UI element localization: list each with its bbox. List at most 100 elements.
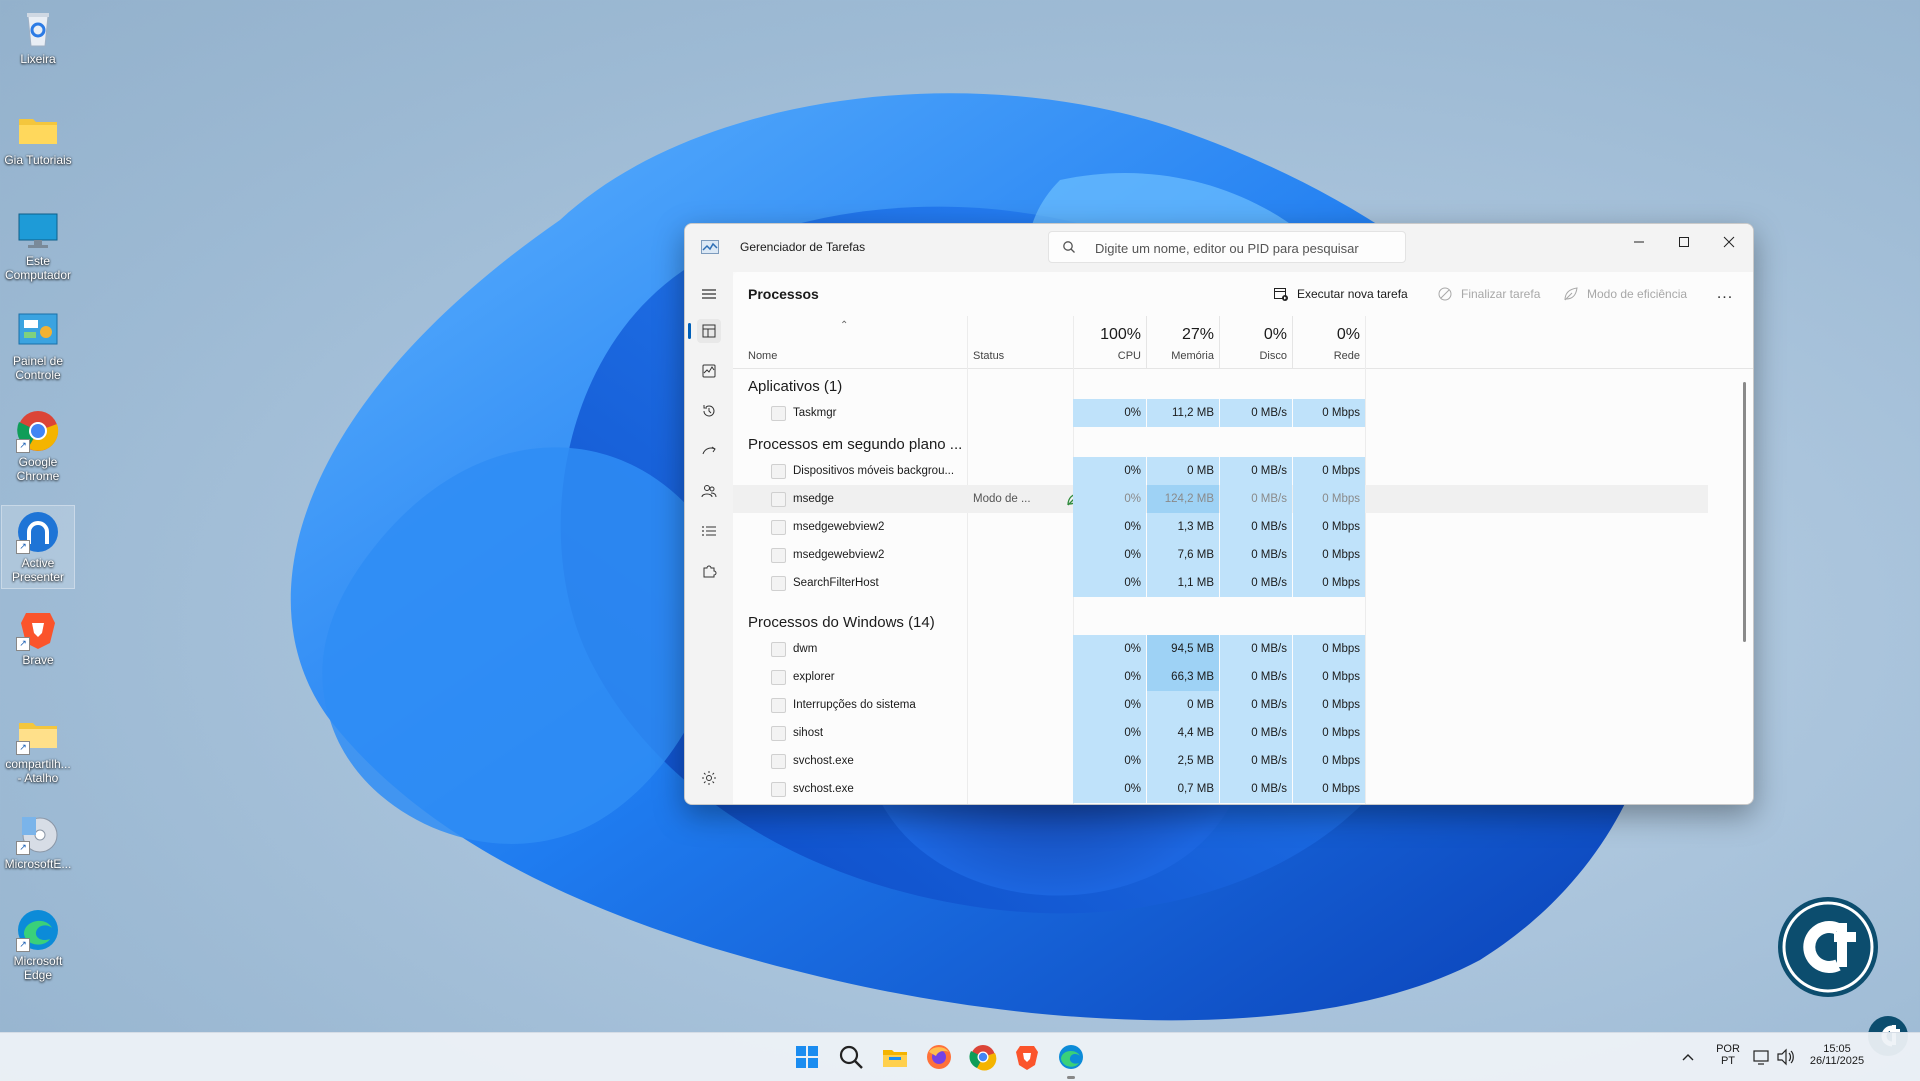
active-nav-indicator xyxy=(688,323,691,339)
column-header-cpu[interactable]: 100% CPU xyxy=(1073,316,1146,368)
desktop-icon-folder[interactable]: Gia Tutoriais xyxy=(2,103,74,167)
desktop-icon-shared-folder[interactable]: ↗ compartilh... - Atalho xyxy=(2,707,74,785)
table-row[interactable]: msedgewebview2 0% 7,6 MB 0 MB/s 0 Mbps xyxy=(733,541,1708,569)
column-header-memory[interactable]: 27% Memória xyxy=(1147,316,1219,368)
network-cell: 0 Mbps xyxy=(1293,457,1365,485)
task-manager-window: Gerenciador de Tarefas Digite um nome, e… xyxy=(684,223,1754,805)
group-header-apps[interactable]: Aplicativos (1) xyxy=(733,369,1708,399)
column-header-disk[interactable]: 0% Disco xyxy=(1220,316,1292,368)
history-icon xyxy=(703,405,715,417)
cpu-cell: 0% xyxy=(1073,485,1146,513)
column-header-name[interactable]: Nome xyxy=(748,316,918,368)
nav-performance[interactable] xyxy=(697,359,721,383)
disk-cell: 0 MB/s xyxy=(1220,569,1292,597)
taskbar-file-explorer[interactable] xyxy=(880,1042,910,1072)
cpu-cell: 0% xyxy=(1073,775,1146,803)
desktop-icon-recycle-bin[interactable]: Lixeira xyxy=(2,2,74,66)
desktop-icon-label: Painel de Controle xyxy=(12,354,64,382)
settings-gear-icon xyxy=(702,771,716,785)
memory-cell: 4,4 MB xyxy=(1147,719,1219,747)
table-row[interactable]: dwm 0% 94,5 MB 0 MB/s 0 Mbps xyxy=(733,635,1708,663)
search-box[interactable] xyxy=(1048,231,1406,263)
desktop-icon-label: Google Chrome xyxy=(16,455,60,483)
taskbar-edge[interactable] xyxy=(1056,1042,1086,1079)
network-cell: 0 Mbps xyxy=(1293,775,1365,803)
end-task-label: Finalizar tarefa xyxy=(1461,287,1541,301)
shortcut-arrow-icon: ↗ xyxy=(16,540,30,554)
nav-services[interactable] xyxy=(697,559,721,583)
desktop-icon-microsoft-installer[interactable]: ↗ MicrosoftE... xyxy=(2,807,74,871)
taskbar-brave[interactable] xyxy=(1012,1042,1042,1072)
table-row[interactable]: explorer 0% 66,3 MB 0 MB/s 0 Mbps xyxy=(733,663,1708,691)
cpu-cell: 0% xyxy=(1073,541,1146,569)
nav-users[interactable] xyxy=(697,479,721,503)
disk-cell: 0 MB/s xyxy=(1220,399,1292,427)
shortcut-arrow-icon: ↗ xyxy=(16,841,30,855)
network-cell: 0 Mbps xyxy=(1293,399,1365,427)
table-row[interactable]: SearchFilterHost 0% 1,1 MB 0 MB/s 0 Mbps xyxy=(733,569,1708,597)
desktop-icon-chrome[interactable]: ↗ Google Chrome xyxy=(2,405,74,483)
close-button[interactable] xyxy=(1706,224,1751,260)
table-row[interactable]: msedgewebview2 0% 1,3 MB 0 MB/s 0 Mbps xyxy=(733,513,1708,541)
table-row[interactable]: Interrupções do sistema 0% 0 MB 0 MB/s 0… xyxy=(733,691,1708,719)
search-input[interactable] xyxy=(1093,238,1397,258)
taskbar-chrome[interactable] xyxy=(968,1042,998,1072)
processes-icon xyxy=(702,324,716,338)
end-task-button[interactable]: Finalizar tarefa xyxy=(1437,285,1547,305)
nav-details[interactable] xyxy=(697,519,721,543)
more-options-button[interactable]: ... xyxy=(1711,285,1739,305)
column-header-network[interactable]: 0% Rede xyxy=(1293,316,1365,368)
start-button[interactable] xyxy=(792,1042,822,1072)
group-header-background[interactable]: Processos em segundo plano ... xyxy=(733,427,1708,457)
navigation-rail xyxy=(685,272,733,804)
table-row[interactable]: Taskmgr 0% 11,2 MB 0 MB/s 0 Mbps xyxy=(733,399,1708,427)
keyboard-layout-code: PT xyxy=(1720,1055,1736,1067)
desktop-icon-label: Microsoft Edge xyxy=(13,954,63,982)
volume-button[interactable] xyxy=(1776,1042,1796,1072)
control-panel-icon xyxy=(16,308,60,352)
column-header-status[interactable]: Status xyxy=(973,316,1068,368)
process-table-body: Aplicativos (1) Taskmgr 0% 11,2 MB 0 MB/… xyxy=(733,369,1708,804)
process-name: Taskmgr xyxy=(793,407,837,419)
network-status-button[interactable] xyxy=(1752,1042,1772,1072)
taskbar-search-button[interactable] xyxy=(836,1042,866,1072)
memory-total-percent: 27% xyxy=(1181,326,1214,343)
desktop-icon-active-presenter[interactable]: ↗ Active Presenter xyxy=(1,505,75,589)
run-new-task-button[interactable]: Executar nova tarefa xyxy=(1273,285,1413,305)
memory-cell: 124,2 MB xyxy=(1147,485,1219,513)
close-icon xyxy=(1723,236,1735,248)
process-name: Interrupções do sistema xyxy=(793,699,916,711)
table-row[interactable]: svchost.exe 0% 2,5 MB 0 MB/s 0 Mbps xyxy=(733,747,1708,775)
desktop-icon-brave[interactable]: ↗ Brave xyxy=(2,603,74,667)
table-row[interactable]: Dispositivos móveis backgrou... 0% 0 MB … xyxy=(733,457,1708,485)
group-header-windows[interactable]: Processos do Windows (14) xyxy=(733,605,1708,635)
nav-app-history[interactable] xyxy=(697,399,721,423)
clock-button[interactable]: 15:05 26/11/2025 xyxy=(1800,1043,1874,1067)
nav-menu-button[interactable] xyxy=(697,282,721,306)
taskbar-firefox[interactable] xyxy=(924,1042,954,1072)
network-cell: 0 Mbps xyxy=(1293,541,1365,569)
minimize-button[interactable] xyxy=(1616,224,1661,260)
network-cell: 0 Mbps xyxy=(1293,663,1365,691)
desktop-icon-this-pc[interactable]: Este Computador xyxy=(2,204,74,282)
nav-processes[interactable] xyxy=(697,319,721,343)
table-row[interactable]: msedge Modo de ... 0% 124,2 MB 0 MB/s 0 … xyxy=(733,485,1708,513)
cpu-cell: 0% xyxy=(1073,635,1146,663)
maximize-button[interactable] xyxy=(1661,224,1706,260)
table-row[interactable]: svchost.exe 0% 0,7 MB 0 MB/s 0 Mbps xyxy=(733,775,1708,803)
nav-settings[interactable] xyxy=(697,766,721,790)
table-row[interactable]: sihost 0% 4,4 MB 0 MB/s 0 Mbps xyxy=(733,719,1708,747)
disk-cell: 0 MB/s xyxy=(1220,541,1292,569)
vertical-scrollbar[interactable] xyxy=(1743,382,1746,642)
brave-icon xyxy=(1016,1046,1038,1070)
title-bar[interactable]: Gerenciador de Tarefas xyxy=(685,224,1753,272)
nav-startup-apps[interactable] xyxy=(697,439,721,463)
input-language-button[interactable]: POR PT xyxy=(1710,1043,1746,1067)
desktop-icon-control-panel[interactable]: Painel de Controle xyxy=(2,304,74,382)
group-title: Processos em segundo plano ... xyxy=(748,436,963,453)
desktop-icon-edge[interactable]: ↗ Microsoft Edge xyxy=(2,904,74,982)
efficiency-mode-button[interactable]: Modo de eficiência xyxy=(1563,285,1698,305)
show-hidden-icons-button[interactable] xyxy=(1678,1042,1698,1072)
desktop-icon-label: MicrosoftE... xyxy=(4,857,72,871)
disk-cell: 0 MB/s xyxy=(1220,663,1292,691)
